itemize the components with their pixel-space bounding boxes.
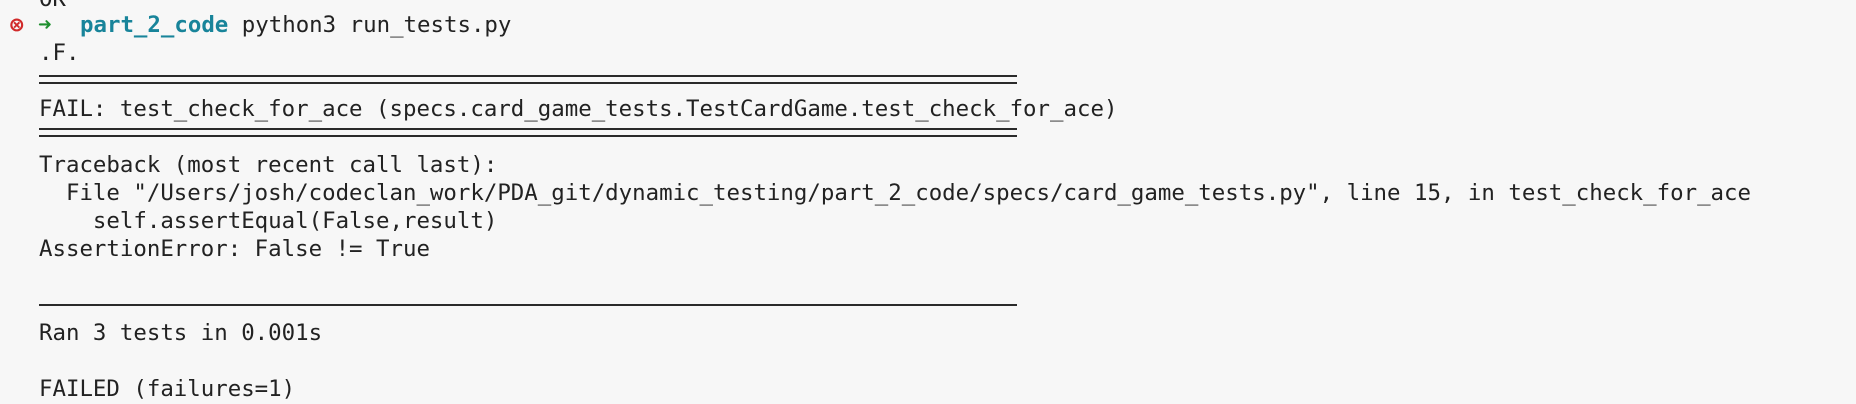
assertion-error: AssertionError: False != True — [39, 236, 430, 262]
error-status-icon: ⊗ — [10, 12, 24, 38]
test-result: FAILED (failures=1) — [39, 376, 296, 402]
fail-separator-divider — [39, 128, 1017, 137]
run-summary: Ran 3 tests in 0.001s — [39, 320, 323, 346]
current-directory: part_2_code — [80, 12, 229, 38]
command-text: python3 run_tests.py — [241, 12, 512, 38]
fail-header: FAIL: test_check_for_ace (specs.card_gam… — [39, 96, 1118, 122]
traceback-title: Traceback (most recent call last): — [39, 152, 498, 178]
terminal-window[interactable]: OK ⊗➜part_2_code python3 run_tests.py .F… — [0, 0, 1856, 404]
traceback-code-line: self.assertEqual(False,result) — [39, 208, 498, 234]
prompt-arrow-icon: ➜ — [38, 12, 52, 38]
test-progress: .F. — [39, 40, 80, 66]
traceback-file-line: File "/Users/josh/codeclan_work/PDA_git/… — [39, 180, 1751, 206]
double-rule-divider — [39, 75, 1017, 84]
prompt-line: ⊗ ➜ part_2_code python3 run_tests.py — [10, 11, 511, 39]
summary-divider — [39, 304, 1017, 306]
